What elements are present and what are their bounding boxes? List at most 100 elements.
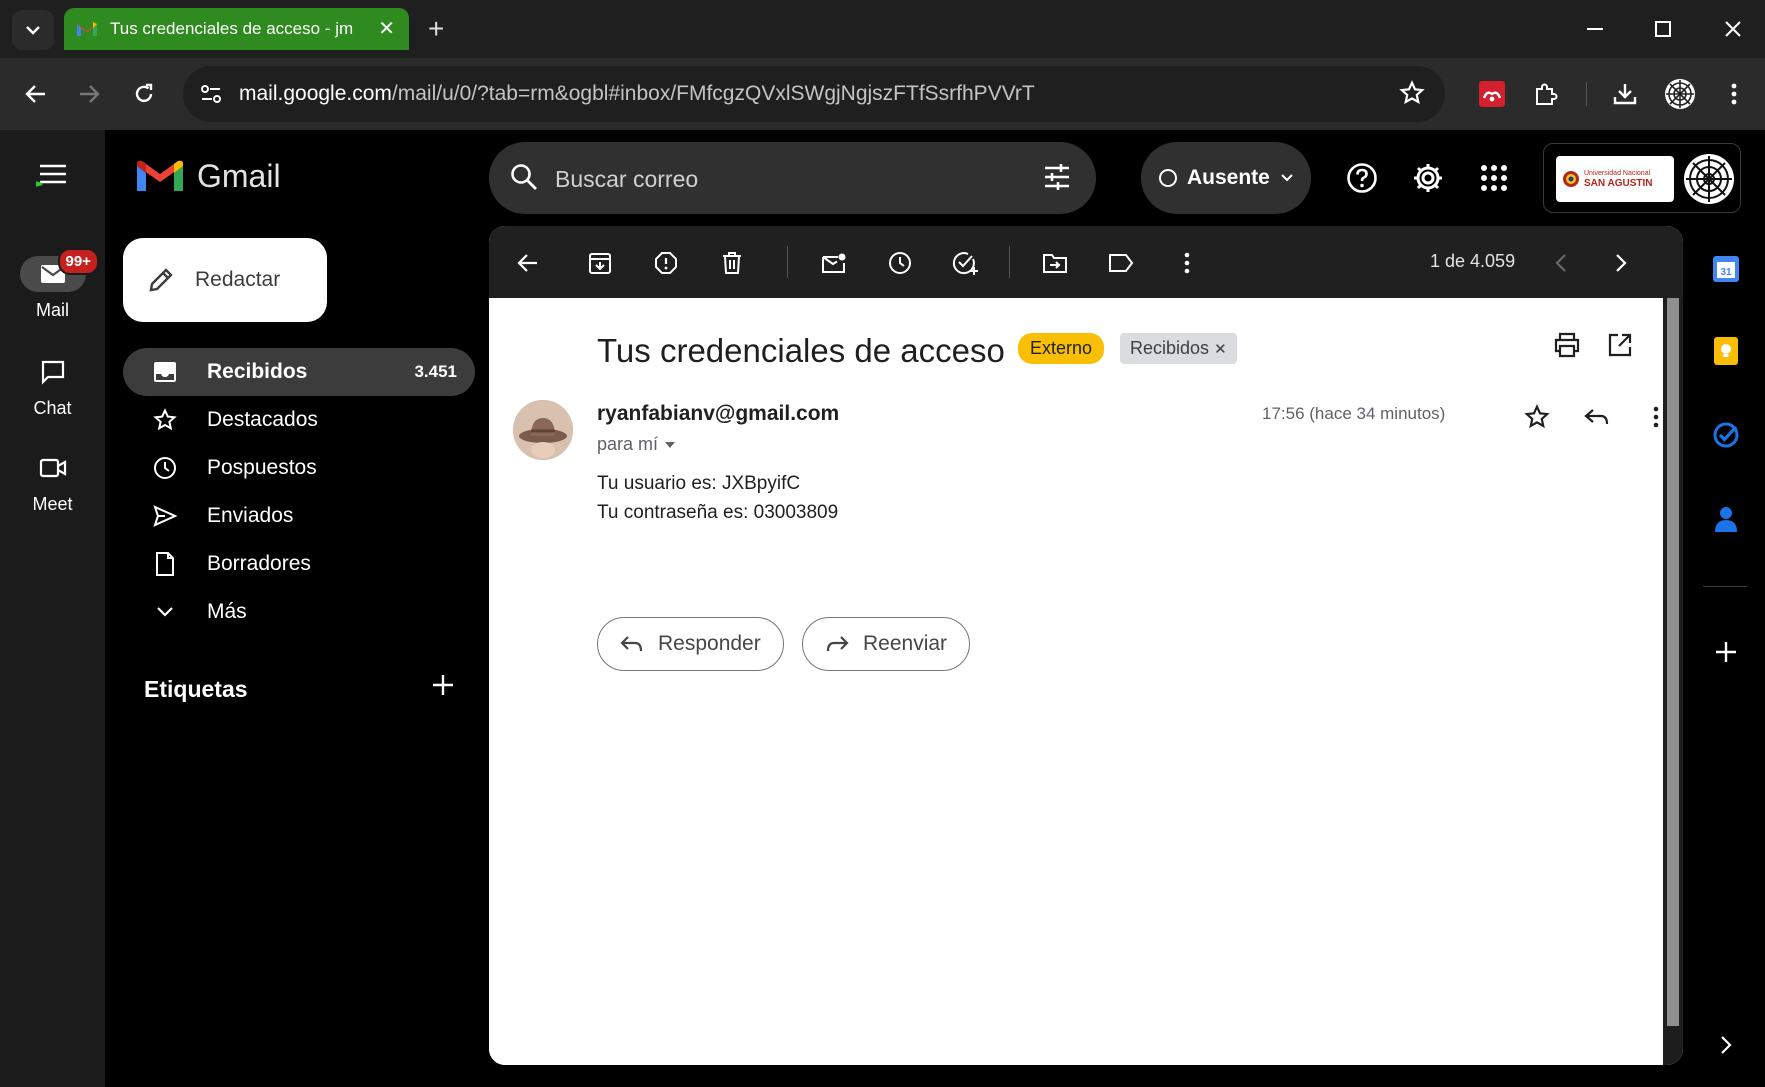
minimize-button[interactable] [1580, 14, 1610, 44]
calendar-app-button[interactable]: 31 [1711, 254, 1741, 284]
compose-button[interactable]: Redactar [123, 238, 327, 322]
star-icon [151, 406, 179, 434]
add-to-tasks-button[interactable] [951, 248, 981, 278]
nav-item-starred[interactable]: Destacados [123, 396, 475, 444]
rail-item-mail[interactable]: 99+ Mail [0, 248, 105, 321]
print-all-button[interactable] [1553, 332, 1581, 363]
keep-app-button[interactable] [1711, 336, 1741, 366]
chevron-down-icon [1281, 174, 1293, 182]
tab-search-button[interactable] [12, 10, 54, 50]
help-button[interactable] [1342, 158, 1382, 198]
nav-item-sent[interactable]: Enviados [123, 492, 475, 540]
nav-item-more[interactable]: Más [123, 588, 475, 636]
sender-avatar[interactable] [513, 400, 573, 460]
nav-item-snoozed[interactable]: Pospuestos [123, 444, 475, 492]
delete-button[interactable] [717, 248, 747, 278]
app-name: Gmail [197, 158, 281, 194]
open-new-window-button[interactable] [1607, 332, 1633, 363]
nav-label-inbox: Recibidos [207, 360, 308, 383]
archive-button[interactable] [585, 248, 615, 278]
reply-button[interactable]: Responder [597, 617, 784, 671]
caret-down-icon [665, 442, 676, 449]
hide-side-panel-button[interactable] [1711, 1030, 1741, 1060]
close-window-button[interactable] [1718, 14, 1748, 44]
move-to-button[interactable] [1040, 248, 1070, 278]
apps-button[interactable] [1474, 158, 1514, 198]
reply-icon-button[interactable] [1582, 402, 1612, 432]
main-menu-button[interactable] [33, 160, 68, 197]
forward-button[interactable] [71, 76, 107, 112]
profile-mandala-icon [1665, 79, 1695, 109]
search-input[interactable]: Buscar correo [555, 166, 698, 193]
extensions-puzzle-icon[interactable] [1528, 76, 1564, 112]
search-options-icon[interactable] [1042, 162, 1072, 197]
mendeley-extension-icon[interactable] [1474, 76, 1510, 112]
snooze-button[interactable] [885, 248, 915, 278]
site-info-icon[interactable] [197, 80, 225, 108]
reload-button[interactable] [126, 76, 162, 112]
get-addons-button[interactable] [1711, 637, 1741, 667]
browser-tab-active[interactable]: Tus credenciales de acceso - jm ✕ [64, 8, 409, 50]
settings-button[interactable] [1408, 158, 1448, 198]
newer-button[interactable] [1546, 248, 1576, 278]
nav-item-drafts[interactable]: Borradores [123, 540, 475, 588]
scrollbar-thumb[interactable] [1667, 298, 1679, 1026]
tasks-app-button[interactable] [1711, 420, 1741, 450]
bookmark-star-icon[interactable] [1399, 80, 1425, 111]
rail-mail-label: Mail [35, 300, 69, 320]
contacts-app-button[interactable] [1711, 504, 1741, 534]
older-button[interactable] [1606, 248, 1636, 278]
calendar-icon: 31 [1713, 256, 1739, 282]
labels-button[interactable] [1106, 248, 1136, 278]
svg-text:31: 31 [1720, 267, 1732, 278]
profile-avatar[interactable] [1662, 76, 1698, 112]
plus-icon [433, 675, 453, 695]
arrow-left-icon [517, 254, 537, 272]
reply-icon [620, 636, 643, 652]
nav-label-snoozed: Pospuestos [207, 456, 317, 479]
contacts-icon [1715, 507, 1737, 532]
back-button[interactable] [18, 76, 54, 112]
more-vert-icon [1184, 252, 1190, 274]
report-spam-button[interactable] [651, 248, 681, 278]
browser-menu-button[interactable] [1716, 76, 1752, 112]
message-scrollbar[interactable] [1663, 298, 1683, 1065]
tab-close-icon[interactable]: ✕ [378, 19, 395, 39]
downloads-button[interactable] [1607, 76, 1643, 112]
address-bar[interactable]: mail.google.com/mail/u/0/?tab=rm&ogbl#in… [183, 66, 1445, 122]
status-label: Ausente [1187, 166, 1270, 189]
mark-unread-button[interactable] [819, 248, 849, 278]
gmail-logo[interactable]: Gmail [137, 158, 281, 195]
forward-button-label: Reenviar [863, 632, 948, 655]
search-bar[interactable]: Buscar correo [489, 142, 1096, 214]
body-line: Tu usuario es: JXBpyifC [597, 473, 801, 494]
search-icon[interactable] [509, 162, 539, 197]
remove-label-icon[interactable]: ✕ [1214, 341, 1227, 358]
extension-red-icon [1479, 81, 1505, 107]
arrow-right-icon [80, 85, 100, 103]
account-switcher[interactable]: Universidad Nacional SAN AGUSTIN [1543, 143, 1741, 213]
back-to-inbox-button[interactable] [513, 248, 543, 278]
create-label-button[interactable] [430, 672, 456, 703]
chevron-left-icon [1555, 254, 1566, 272]
url-path: /mail/u/0/?tab=rm&ogbl#inbox/FMfcgzQVxlS… [391, 82, 1035, 105]
forward-icon [826, 636, 849, 652]
rail-item-meet[interactable]: Meet [0, 450, 105, 515]
inbox-unread-count: 3.451 [414, 362, 457, 381]
maximize-button[interactable] [1648, 14, 1678, 44]
forward-button[interactable]: Reenviar [802, 617, 971, 671]
recipient-details[interactable]: para mí [597, 434, 676, 455]
chevron-down-icon [26, 26, 40, 35]
new-tab-button[interactable]: + [428, 12, 444, 46]
rail-chat-label: Chat [33, 398, 72, 418]
app-rail: 99+ Mail Chat Meet [0, 130, 105, 1087]
status-selector[interactable]: Ausente [1141, 142, 1311, 214]
star-message-button[interactable] [1522, 402, 1552, 432]
nav-label-more: Más [207, 600, 247, 623]
rail-item-chat[interactable]: Chat [0, 354, 105, 419]
nav-item-inbox[interactable]: Recibidos 3.451 [123, 348, 475, 396]
inbox-label-chip[interactable]: Recibidos ✕ [1120, 333, 1237, 364]
sender-email[interactable]: ryanfabianv@gmail.com [597, 402, 839, 426]
account-avatar[interactable] [1684, 154, 1734, 204]
more-options-button[interactable] [1172, 248, 1202, 278]
